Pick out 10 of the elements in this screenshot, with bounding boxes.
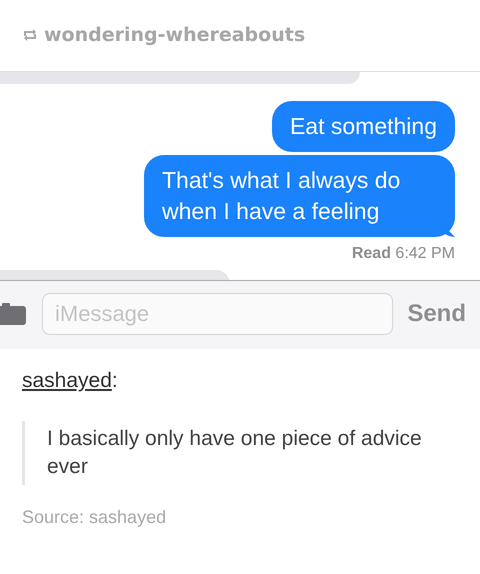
source-text: Source: sashayed (22, 507, 168, 528)
message-bubble: That's what I always do when I have a feeling (144, 155, 455, 237)
quote-text: I basically only have one piece of advice ever (22, 421, 458, 485)
author-link[interactable]: sashayed (22, 369, 112, 392)
attribution-line: sashayed: (22, 369, 119, 393)
reblog-icon (22, 27, 38, 43)
read-receipt: Read 6:42 PM (352, 245, 455, 263)
blog-name[interactable]: wondering-whereabouts (44, 24, 306, 46)
message-bubble: Eat something (272, 101, 455, 152)
camera-icon[interactable] (0, 303, 28, 325)
